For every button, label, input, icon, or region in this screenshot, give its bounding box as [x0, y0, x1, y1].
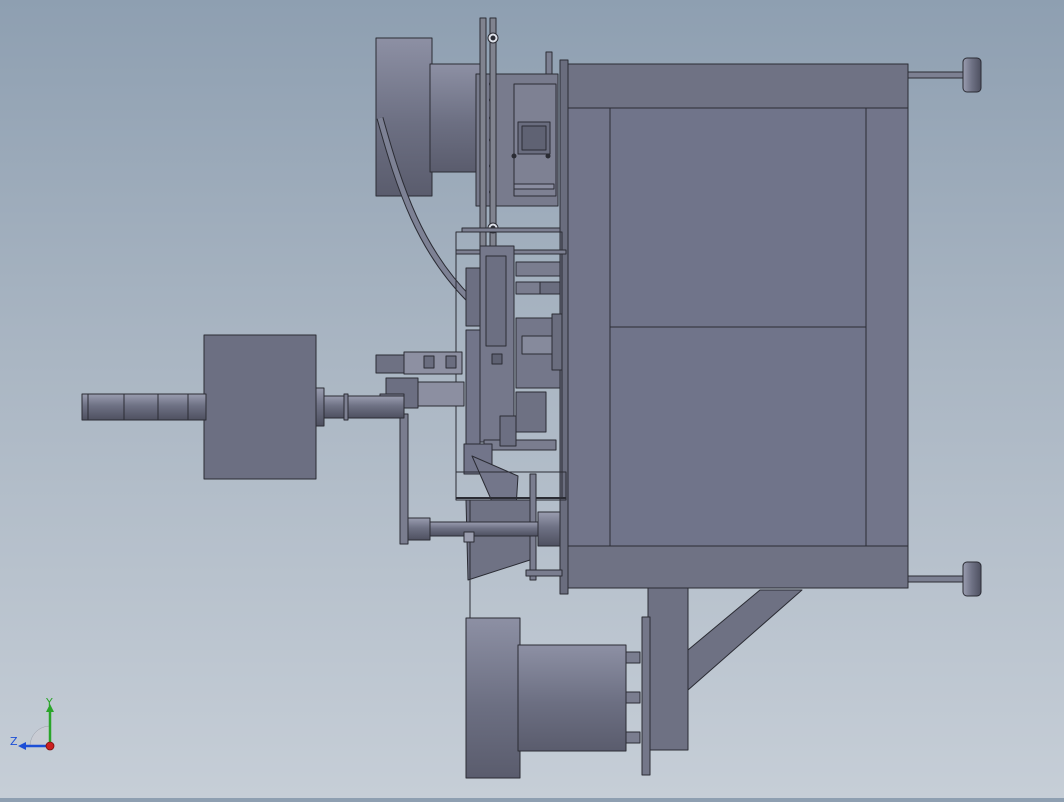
left-reel — [203, 334, 317, 480]
machine-drawing — [81, 17, 982, 779]
top-mount-plate — [475, 51, 559, 207]
leveling-foot-top — [907, 57, 982, 93]
x-axis-dot — [45, 741, 55, 751]
bottom-motor — [465, 617, 641, 779]
cabinet-frame — [559, 59, 909, 595]
actuator-upper — [375, 351, 463, 375]
motor-bracket — [641, 587, 803, 776]
triad-graphic — [18, 704, 55, 751]
y-axis-label: Y — [46, 696, 53, 709]
leveling-foot-bottom — [907, 561, 982, 597]
central-mechanism — [455, 227, 567, 618]
z-axis-label: Z — [10, 735, 18, 748]
top-motor — [375, 37, 481, 197]
coordinate-triad: Y Z — [8, 696, 68, 758]
cad-viewport[interactable] — [0, 0, 1064, 798]
